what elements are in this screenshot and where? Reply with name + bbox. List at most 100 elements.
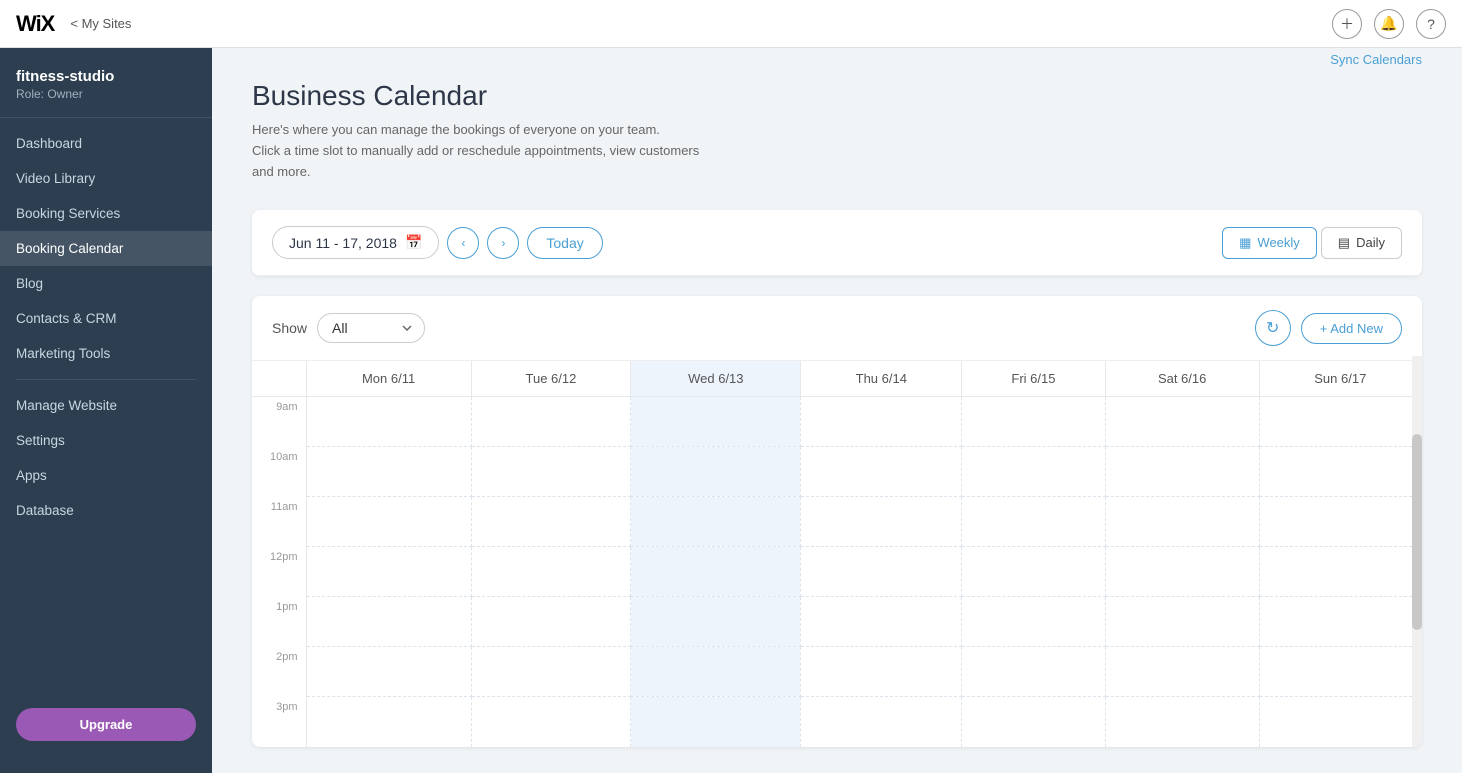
sidebar-item-manage-website[interactable]: Manage Website	[0, 388, 212, 423]
col-header-fri: Fri 6/15	[962, 361, 1106, 397]
cal-cell-2-6[interactable]	[631, 697, 801, 747]
cal-cell-1-3[interactable]	[471, 547, 631, 597]
sidebar-item-dashboard[interactable]: Dashboard	[0, 126, 212, 161]
cal-cell-5-5[interactable]	[1105, 647, 1259, 697]
cal-cell-2-4[interactable]	[631, 597, 801, 647]
sidebar-bottom: Upgrade	[0, 692, 212, 757]
help-button[interactable]: ?	[1416, 9, 1446, 39]
cal-cell-4-0[interactable]	[962, 397, 1106, 447]
topbar: WiX < My Sites ＋ 🔔 ?	[0, 0, 1462, 48]
sidebar-item-blog[interactable]: Blog	[0, 266, 212, 301]
date-nav: Jun 11 - 17, 2018 📅 ‹ › Today	[272, 226, 603, 259]
cal-cell-0-0[interactable]	[306, 397, 471, 447]
calendar-grid: Mon 6/11 Tue 6/12 Wed 6/13 Thu 6/14 Fri …	[252, 361, 1422, 747]
cal-cell-5-2[interactable]	[1105, 497, 1259, 547]
cal-cell-5-6[interactable]	[1105, 697, 1259, 747]
weekly-view-button[interactable]: ▦ Weekly	[1222, 227, 1317, 259]
date-display: Jun 11 - 17, 2018 📅	[272, 226, 439, 259]
cal-cell-2-5[interactable]	[631, 647, 801, 697]
cal-cell-0-2[interactable]	[306, 497, 471, 547]
page-desc-3: and more.	[252, 162, 699, 183]
notifications-button[interactable]: 🔔	[1374, 9, 1404, 39]
cal-cell-6-5[interactable]	[1259, 647, 1421, 697]
sidebar: fitness-studio Role: Owner Dashboard Vid…	[0, 48, 212, 773]
cal-cell-3-3[interactable]	[801, 547, 962, 597]
show-right: ↻ + Add New	[1255, 310, 1402, 346]
sidebar-item-database[interactable]: Database	[0, 493, 212, 528]
cal-cell-2-1[interactable]	[631, 447, 801, 497]
cal-cell-6-2[interactable]	[1259, 497, 1421, 547]
sync-calendars-link[interactable]: Sync Calendars	[1330, 52, 1422, 67]
cal-cell-0-6[interactable]	[306, 697, 471, 747]
cal-cell-4-4[interactable]	[962, 597, 1106, 647]
cal-cell-3-0[interactable]	[801, 397, 962, 447]
cal-cell-2-2[interactable]	[631, 497, 801, 547]
cal-cell-5-0[interactable]	[1105, 397, 1259, 447]
add-new-button[interactable]: + Add New	[1301, 313, 1402, 344]
sidebar-divider	[16, 379, 196, 380]
refresh-button[interactable]: ↻	[1255, 310, 1291, 346]
time-12pm: 12pm	[252, 547, 306, 597]
cal-cell-4-1[interactable]	[962, 447, 1106, 497]
site-role: Role: Owner	[16, 87, 196, 101]
cal-cell-1-0[interactable]	[471, 397, 631, 447]
cal-cell-6-4[interactable]	[1259, 597, 1421, 647]
today-button[interactable]: Today	[527, 227, 602, 259]
cal-cell-5-1[interactable]	[1105, 447, 1259, 497]
cal-cell-0-5[interactable]	[306, 647, 471, 697]
cal-cell-4-5[interactable]	[962, 647, 1106, 697]
calendar-icon: 📅	[405, 234, 422, 251]
cal-cell-3-6[interactable]	[801, 697, 962, 747]
time-9am: 9am	[252, 397, 306, 447]
cal-cell-3-1[interactable]	[801, 447, 962, 497]
cal-cell-6-0[interactable]	[1259, 397, 1421, 447]
time-header	[252, 361, 306, 397]
main-layout: fitness-studio Role: Owner Dashboard Vid…	[0, 48, 1462, 773]
sidebar-item-booking-calendar[interactable]: Booking Calendar	[0, 231, 212, 266]
topbar-right: ＋ 🔔 ?	[1332, 9, 1446, 39]
cal-cell-6-3[interactable]	[1259, 547, 1421, 597]
scrollbar-thumb[interactable]	[1412, 434, 1422, 629]
sidebar-item-video-library[interactable]: Video Library	[0, 161, 212, 196]
add-button[interactable]: ＋	[1332, 9, 1362, 39]
col-header-wed: Wed 6/13	[631, 361, 801, 397]
cal-cell-2-3[interactable]	[631, 547, 801, 597]
sidebar-item-booking-services[interactable]: Booking Services	[0, 196, 212, 231]
cal-cell-1-2[interactable]	[471, 497, 631, 547]
cal-cell-3-2[interactable]	[801, 497, 962, 547]
daily-view-button[interactable]: ▤ Daily	[1321, 227, 1402, 259]
cal-cell-2-0[interactable]	[631, 397, 801, 447]
calendar-nav-card: Jun 11 - 17, 2018 📅 ‹ › Today ▦ Weekly ▤…	[252, 210, 1422, 276]
cal-cell-5-4[interactable]	[1105, 597, 1259, 647]
upgrade-button[interactable]: Upgrade	[16, 708, 196, 741]
show-select[interactable]: All Service A Service B	[317, 313, 425, 343]
sidebar-item-apps[interactable]: Apps	[0, 458, 212, 493]
cal-cell-4-3[interactable]	[962, 547, 1106, 597]
cal-cell-4-2[interactable]	[962, 497, 1106, 547]
my-sites-link[interactable]: < My Sites	[70, 16, 131, 31]
cal-cell-4-6[interactable]	[962, 697, 1106, 747]
cal-cell-6-1[interactable]	[1259, 447, 1421, 497]
sidebar-item-marketing-tools[interactable]: Marketing Tools	[0, 336, 212, 371]
cal-cell-1-6[interactable]	[471, 697, 631, 747]
cal-cell-6-6[interactable]	[1259, 697, 1421, 747]
cal-cell-5-3[interactable]	[1105, 547, 1259, 597]
cal-cell-3-5[interactable]	[801, 647, 962, 697]
weekly-label: Weekly	[1257, 235, 1299, 250]
next-week-button[interactable]: ›	[487, 227, 519, 259]
time-2pm: 2pm	[252, 647, 306, 697]
sidebar-item-contacts-crm[interactable]: Contacts & CRM	[0, 301, 212, 336]
cal-cell-3-4[interactable]	[801, 597, 962, 647]
weekly-icon: ▦	[1239, 235, 1251, 251]
scrollbar-track[interactable]	[1412, 356, 1422, 747]
cal-cell-0-1[interactable]	[306, 447, 471, 497]
cal-cell-1-5[interactable]	[471, 647, 631, 697]
prev-week-button[interactable]: ‹	[447, 227, 479, 259]
col-header-sat: Sat 6/16	[1105, 361, 1259, 397]
cal-cell-0-3[interactable]	[306, 547, 471, 597]
sidebar-item-settings[interactable]: Settings	[0, 423, 212, 458]
cal-cell-1-1[interactable]	[471, 447, 631, 497]
cal-cell-0-4[interactable]	[306, 597, 471, 647]
cal-cell-1-4[interactable]	[471, 597, 631, 647]
topbar-left: WiX < My Sites	[16, 11, 131, 37]
